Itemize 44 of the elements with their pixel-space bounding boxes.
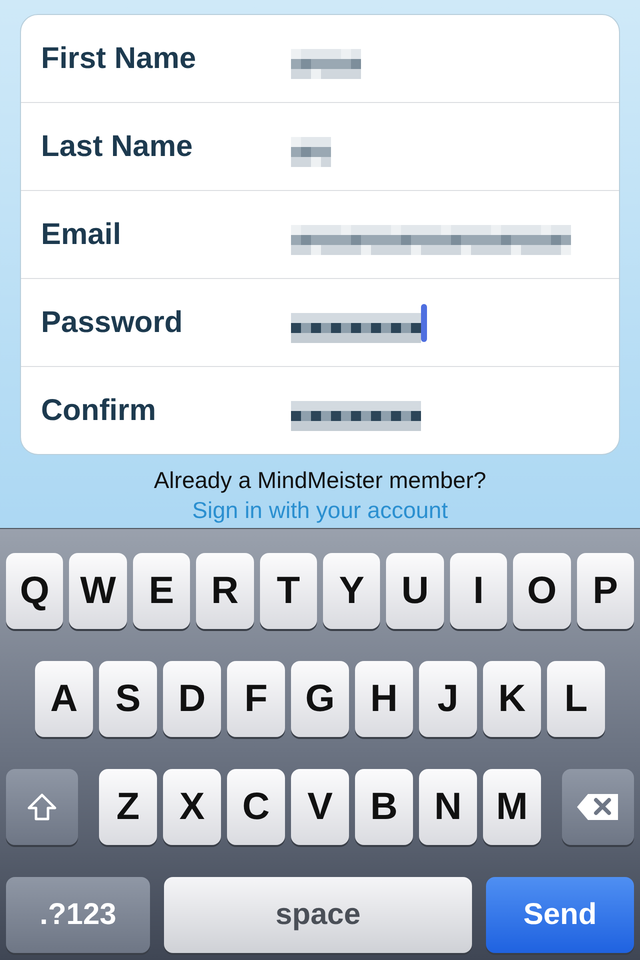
letter-key[interactable]: V	[291, 769, 349, 845]
letter-key[interactable]: S	[99, 661, 157, 737]
form-field[interactable]: Password	[21, 278, 619, 366]
letter-key[interactable]: E	[132, 553, 190, 629]
letter-key[interactable]: T	[260, 553, 317, 629]
letter-key[interactable]: P	[576, 553, 634, 629]
letter-key[interactable]: U	[386, 553, 444, 629]
form-field[interactable]: Last Name	[21, 102, 619, 190]
form-field[interactable]: Confirm	[21, 366, 619, 454]
send-button[interactable]: Send	[486, 877, 634, 953]
field-label: First Name	[41, 42, 198, 76]
letter-key[interactable]: R	[196, 553, 254, 629]
letter-key[interactable]: G	[291, 661, 349, 737]
letter-key[interactable]: D	[163, 661, 221, 737]
letter-key[interactable]: C	[227, 769, 285, 845]
letter-key[interactable]: F	[227, 661, 285, 737]
letter-key[interactable]: Y	[323, 553, 380, 629]
letter-key[interactable]: O	[513, 553, 571, 629]
letter-key[interactable]: A	[35, 661, 93, 737]
field-label: Email	[41, 218, 122, 252]
letter-key[interactable]: H	[355, 661, 413, 737]
form-field[interactable]: First Name	[21, 15, 619, 102]
letter-key[interactable]: I	[450, 553, 508, 629]
field-label: Last Name	[41, 130, 194, 164]
form-field[interactable]: Email	[21, 190, 619, 278]
backspace-icon	[576, 792, 620, 822]
letter-key[interactable]: N	[419, 769, 477, 845]
letter-key[interactable]: B	[355, 769, 413, 845]
letter-key[interactable]: L	[547, 661, 605, 737]
shift-key[interactable]	[6, 769, 78, 845]
letter-key[interactable]: Q	[6, 553, 64, 629]
letter-key[interactable]: X	[163, 769, 221, 845]
shift-icon	[27, 792, 57, 822]
letter-key[interactable]: W	[69, 553, 127, 629]
letter-key[interactable]: J	[419, 661, 477, 737]
letter-key[interactable]: Z	[99, 769, 157, 845]
signin-prompt: Already a MindMeister member?	[154, 466, 486, 495]
field-label: Confirm	[41, 394, 157, 428]
letter-key[interactable]: K	[483, 661, 541, 737]
delete-key[interactable]	[562, 769, 634, 845]
field-label: Password	[41, 306, 184, 340]
letter-key[interactable]: M	[483, 769, 541, 845]
number-mode-key[interactable]: .?123	[6, 877, 150, 953]
space-key[interactable]: space	[164, 877, 472, 953]
